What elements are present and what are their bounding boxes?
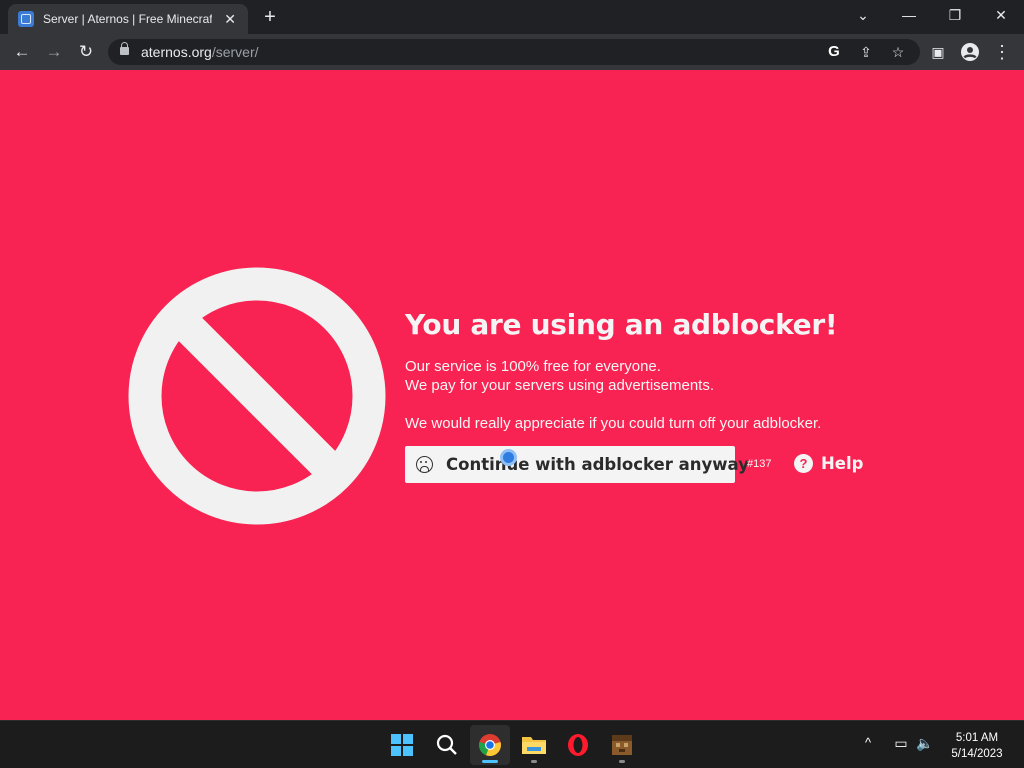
back-button[interactable]: ← — [9, 39, 35, 65]
profile-icon[interactable] — [957, 39, 983, 65]
taskbar-chrome-button[interactable] — [470, 725, 510, 765]
adblock-message: You are using an adblocker! Our service … — [405, 308, 965, 484]
share-icon[interactable]: ⇪ — [856, 42, 876, 62]
tab-strip: Server | Aternos | Free Minecraft ✕ + ⌄ … — [0, 0, 1024, 34]
tab-title: Server | Aternos | Free Minecraft — [43, 12, 213, 26]
appeal-text: We would really appreciate if you could … — [405, 415, 822, 432]
clock-time: 5:01 AM — [955, 732, 999, 744]
continue-with-adblocker-button[interactable]: Continue with adblocker anyway — [405, 446, 749, 483]
lock-icon[interactable] — [120, 42, 129, 55]
close-window-button[interactable]: ✕ — [978, 4, 1024, 28]
page-title: You are using an adblocker! — [405, 308, 838, 341]
taskbar-minecraft-button[interactable] — [602, 725, 642, 765]
minecraft-launcher-icon — [612, 735, 632, 755]
minimize-button[interactable]: — — [886, 4, 932, 28]
free-service-text: Our service is 100% free for everyone. — [405, 358, 661, 375]
prohibited-sign-icon — [128, 267, 386, 525]
help-circle-icon: ? — [794, 454, 813, 473]
address-bar[interactable]: aternos.org/server/ G ⇪ ☆ — [108, 39, 920, 65]
clock-date: 5/14/2023 — [951, 748, 1003, 760]
message-paragraph: Our service is 100% free for everyone. W… — [405, 357, 965, 395]
running-app-indicator — [619, 760, 625, 763]
folder-icon — [522, 737, 546, 754]
bookmark-star-icon[interactable]: ☆ — [888, 42, 908, 62]
tab-close-icon[interactable]: ✕ — [222, 11, 238, 28]
issue-number: #137 — [747, 458, 772, 470]
aternos-favicon-icon — [18, 11, 34, 27]
url-text[interactable]: aternos.org/server/ — [141, 44, 259, 60]
sad-face-icon — [416, 456, 433, 473]
show-hidden-icons-chevron-icon[interactable]: ^ — [858, 735, 878, 750]
mouse-cursor-icon — [500, 449, 517, 466]
taskbar-file-explorer-button[interactable] — [514, 725, 554, 765]
chrome-icon — [479, 734, 501, 757]
browser-menu-icon[interactable]: ⋮ — [989, 39, 1015, 65]
action-row: Continue with adblocker anyway #137 ? He… — [405, 446, 965, 484]
tab-search-dropdown-icon[interactable]: ⌄ — [840, 4, 886, 28]
help-link[interactable]: ? Help — [794, 454, 863, 473]
taskbar-search-button[interactable] — [427, 725, 467, 765]
continue-button-label: Continue with adblocker anyway — [446, 455, 749, 474]
restore-button[interactable]: ❐ — [932, 4, 978, 28]
advertisements-text: We pay for your servers using advertisem… — [405, 377, 715, 394]
forward-button[interactable]: → — [41, 39, 67, 65]
opera-icon — [568, 734, 588, 756]
windows-taskbar: ^ ▭ 🔈 5:01 AM 5/14/2023 — [0, 720, 1024, 768]
windows-start-icon — [391, 734, 413, 756]
taskbar-opera-button[interactable] — [558, 725, 598, 765]
new-tab-button[interactable]: + — [258, 6, 282, 30]
taskbar-start-button[interactable] — [382, 725, 422, 765]
active-app-indicator — [482, 760, 498, 763]
side-panel-icon[interactable]: ▣ — [925, 39, 951, 65]
browser-tab[interactable]: Server | Aternos | Free Minecraft ✕ — [8, 4, 248, 34]
taskbar-clock[interactable]: 5:01 AM 5/14/2023 — [944, 730, 1010, 762]
running-app-indicator — [531, 760, 537, 763]
reload-button[interactable]: ↻ — [73, 39, 99, 65]
help-label: Help — [821, 454, 864, 473]
volume-icon[interactable]: 🔈 — [915, 735, 935, 752]
search-icon — [436, 734, 457, 755]
google-icon[interactable]: G — [824, 42, 844, 62]
adblock-warning-page: You are using an adblocker! Our service … — [0, 70, 1024, 720]
network-icon[interactable]: ▭ — [891, 735, 911, 752]
